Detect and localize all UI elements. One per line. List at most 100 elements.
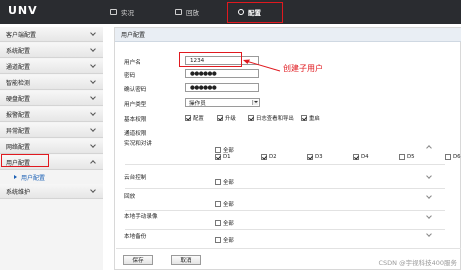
channel-d3-checkbox[interactable]: D3 [307, 154, 323, 160]
playback-all-checkbox[interactable]: 全部 [215, 200, 234, 208]
sidebar-item-label: 智能检测 [6, 79, 31, 87]
panel-title: 用户配置 [115, 28, 461, 42]
sidebar-item-network-config[interactable]: 网络配置 [0, 139, 103, 154]
checkbox-icon [215, 237, 221, 243]
confirm-password-input[interactable]: ●●●●●● [185, 83, 259, 92]
channel-d2-label: D2 [269, 154, 277, 160]
sidebar-item-label: 硬盘配置 [6, 95, 31, 103]
sidebar-subitem-label: 用户配置 [21, 174, 46, 182]
chevron-down-icon [90, 187, 96, 193]
checkbox-icon [399, 154, 405, 160]
checkbox-icon [445, 154, 451, 160]
tab-playback[interactable]: 回放 [175, 0, 199, 24]
sidebar-item-system-maintenance[interactable]: 系统维护 [0, 184, 103, 199]
playback-icon [175, 9, 182, 15]
username-label: 用户名 [124, 60, 141, 66]
perm-row-ptz-label: 云台控制 [124, 175, 147, 181]
sidebar-item-alarm-config[interactable]: 报警配置 [0, 107, 103, 122]
password-label: 密码 [124, 73, 136, 79]
channel-d4-label: D4 [361, 154, 369, 160]
ptz-all-checkbox[interactable]: 全部 [215, 178, 234, 186]
perm-upgrade-label: 升级 [225, 116, 236, 122]
channel-d3-label: D3 [315, 154, 323, 160]
expand-caret-icon[interactable] [426, 231, 432, 237]
sidebar-item-channel-config[interactable]: 通道配置 [0, 59, 103, 74]
chevron-down-icon [90, 110, 96, 116]
channel-d5-label: D5 [407, 154, 415, 160]
local-record-all-checkbox[interactable]: 全部 [215, 219, 234, 227]
cancel-button[interactable]: 取消 [171, 255, 201, 265]
perm-row-playback-label: 回放 [124, 194, 136, 200]
perm-reboot-checkbox[interactable]: 重启 [301, 114, 320, 122]
sidebar-item-smart-detection[interactable]: 智能检测 [0, 75, 103, 90]
live-all-checkbox[interactable]: 全部 [215, 146, 234, 154]
playback-all-label: 全部 [223, 202, 234, 208]
tab-live-label: 实况 [121, 9, 134, 17]
checkbox-checked-icon [261, 154, 267, 160]
perm-config-label: 配置 [193, 116, 204, 122]
sidebar-subitem-user-config[interactable]: 用户配置 [0, 171, 103, 183]
divider [116, 248, 461, 249]
sidebar-item-label: 通道配置 [6, 63, 31, 71]
tab-live[interactable]: 实况 [110, 0, 134, 24]
checkbox-checked-icon [215, 154, 221, 160]
sidebar-item-system-config[interactable]: 系统配置 [0, 43, 103, 58]
perm-config-checkbox[interactable]: 配置 [185, 114, 204, 122]
user-type-label: 用户类型 [124, 102, 147, 108]
video-icon [110, 9, 117, 15]
divider [125, 164, 445, 165]
channel-d4-checkbox[interactable]: D4 [353, 154, 369, 160]
confirm-password-label: 确认密码 [124, 87, 147, 93]
perm-upgrade-checkbox[interactable]: 升级 [217, 114, 236, 122]
checkbox-icon [215, 147, 221, 153]
unv-logo: UNV [8, 4, 38, 17]
basic-perms-label: 基本权限 [124, 117, 147, 123]
local-backup-all-checkbox[interactable]: 全部 [215, 236, 234, 244]
sidebar-item-label: 异常配置 [6, 127, 31, 135]
perm-log-label: 日志查看和导出 [256, 116, 294, 122]
chevron-down-icon [90, 94, 96, 100]
perm-row-local-record-label: 本地手动录像 [124, 214, 158, 220]
chevron-down-icon [90, 126, 96, 132]
checkbox-checked-icon [353, 154, 359, 160]
annotation-text: 创建子用户 [283, 64, 323, 73]
sidebar-item-client-config[interactable]: 客户端配置 [0, 27, 103, 42]
checkbox-checked-icon [217, 115, 223, 121]
channel-d1-label: D1 [223, 154, 231, 160]
chevron-down-icon [90, 62, 96, 68]
chevron-down-icon [90, 30, 96, 36]
collapse-caret-icon[interactable] [426, 145, 432, 151]
expand-caret-icon[interactable] [426, 213, 432, 219]
local-record-all-label: 全部 [223, 221, 234, 227]
password-input[interactable]: ●●●●●● [185, 69, 259, 78]
channel-d2-checkbox[interactable]: D2 [261, 154, 277, 160]
perm-row-local-backup-label: 本地备份 [124, 234, 147, 240]
sidebar-item-label: 系统配置 [6, 47, 31, 55]
perm-row-live-label: 实况和对讲 [124, 141, 152, 147]
ptz-all-label: 全部 [223, 180, 234, 186]
channel-perms-label: 通道权限 [124, 131, 147, 137]
sidebar-item-label: 系统维护 [6, 188, 31, 196]
expand-caret-icon[interactable] [426, 173, 432, 179]
checkbox-icon [215, 179, 221, 185]
config-tab-highlight [227, 2, 283, 23]
channel-d6-label: D6 [453, 154, 461, 160]
watermark: CSDN @宇视科技400服务 [378, 259, 457, 267]
divider [125, 229, 445, 230]
perm-log-checkbox[interactable]: 日志查看和导出 [248, 114, 294, 122]
user-config-highlight [1, 154, 49, 167]
channel-d1-checkbox[interactable]: D1 [215, 154, 231, 160]
chevron-down-icon [90, 78, 96, 84]
channel-d5-checkbox[interactable]: D5 [399, 154, 415, 160]
checkbox-icon [215, 201, 221, 207]
divider [125, 210, 445, 211]
channel-d6-checkbox[interactable]: D6 [445, 154, 461, 160]
sidebar-item-disk-config[interactable]: 硬盘配置 [0, 91, 103, 106]
sidebar-item-exception-config[interactable]: 异常配置 [0, 123, 103, 138]
save-button[interactable]: 保存 [123, 255, 153, 265]
chevron-down-icon [252, 100, 258, 105]
expand-caret-icon[interactable] [426, 193, 432, 199]
chevron-up-icon [90, 160, 96, 166]
user-type-select[interactable]: 操作员 [185, 98, 260, 107]
tab-playback-label: 回放 [186, 9, 199, 17]
